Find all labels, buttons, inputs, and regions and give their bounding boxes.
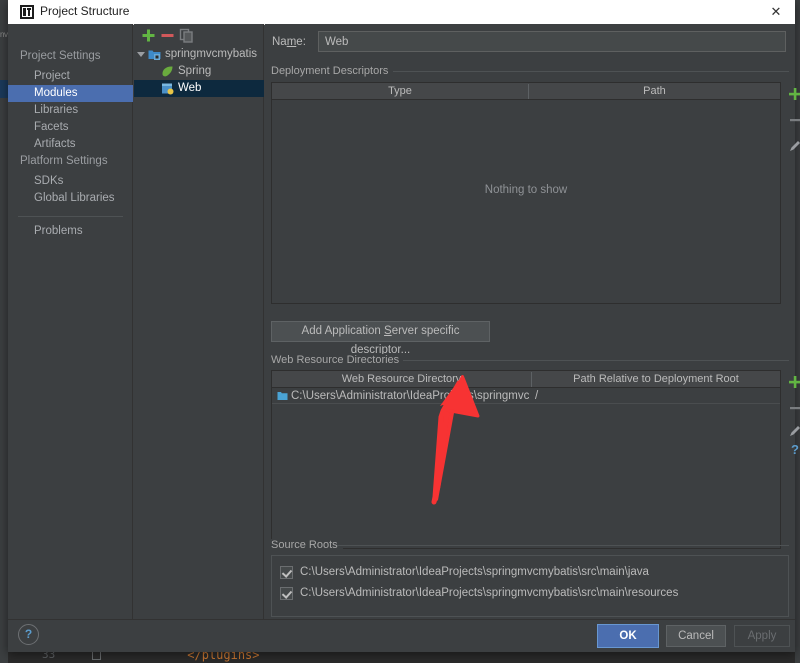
- name-field-label: Name:: [272, 36, 306, 48]
- web-facet-icon: [162, 83, 174, 95]
- source-root-label: C:\Users\Administrator\IdeaProjects\spri…: [300, 566, 649, 578]
- source-roots-group-label: Source Roots: [271, 539, 343, 551]
- web-resource-directories-table[interactable]: Web Resource Directory Path Relative to …: [271, 370, 781, 549]
- cell-relative-path: /: [535, 390, 539, 402]
- tree-node-label: Spring: [178, 65, 212, 77]
- sidebar-item-label: Libraries: [34, 104, 79, 116]
- sidebar-item-facets[interactable]: Facets: [8, 119, 133, 136]
- chevron-down-icon[interactable]: [137, 52, 145, 61]
- intellij-idea-icon: [20, 5, 34, 19]
- sidebar-item-global-libraries[interactable]: Global Libraries: [8, 190, 133, 207]
- module-tree-toolbar: [134, 24, 264, 46]
- deployment-descriptors-group-label: Deployment Descriptors: [271, 65, 394, 77]
- sidebar-group-project-settings: Project Settings: [20, 50, 101, 62]
- group-separator-line: [393, 71, 789, 72]
- table-header-row: Type Path: [272, 83, 780, 100]
- module-folder-icon: [148, 50, 161, 60]
- add-application-server-descriptor-label: Add Application Server specific descript…: [301, 325, 460, 356]
- close-icon[interactable]: ✕: [765, 3, 787, 21]
- apply-button: Apply: [734, 625, 790, 647]
- web-resource-directories-group-label: Web Resource Directories: [271, 354, 405, 366]
- tree-node-spring[interactable]: Spring: [134, 63, 264, 80]
- sidebar-item-label: Modules: [34, 87, 78, 99]
- edit-descriptor-button: [790, 141, 800, 151]
- help-web-resource-button[interactable]: ?: [787, 442, 800, 458]
- tree-node-label: Web: [178, 82, 202, 94]
- background-ide-left-text: nv: [0, 30, 8, 39]
- project-structure-dialog: Project Structure ✕ Project Settings Pro…: [8, 0, 800, 652]
- column-header-path[interactable]: Path: [529, 83, 780, 99]
- add-application-server-descriptor-button[interactable]: Add Application Server specific descript…: [271, 321, 490, 356]
- sidebar-item-label: Global Libraries: [34, 192, 115, 204]
- sidebar-item-libraries[interactable]: Libraries: [8, 102, 133, 119]
- copy-module-button: [179, 28, 193, 43]
- sidebar-item-label: Problems: [34, 225, 83, 237]
- source-roots-list: C:\Users\Administrator\IdeaProjects\spri…: [271, 555, 789, 617]
- table-row[interactable]: C:\Users\Administrator\IdeaProjects\spri…: [272, 388, 780, 404]
- help-icon[interactable]: ?: [18, 624, 39, 645]
- add-module-button[interactable]: [141, 28, 156, 43]
- source-root-checkbox[interactable]: [280, 566, 293, 579]
- screen-root: nv 33 </plugins> Project Structure ✕ Pro…: [0, 0, 800, 663]
- ok-button[interactable]: OK: [597, 624, 659, 648]
- sidebar-item-label: Artifacts: [34, 138, 76, 150]
- tree-node-springmvcmybatis[interactable]: springmvcmybatis: [134, 46, 264, 63]
- dialog-title: Project Structure: [40, 4, 130, 18]
- sidebar-item-problems[interactable]: Problems: [8, 223, 133, 240]
- group-separator-line: [337, 545, 789, 546]
- tree-node-label: springmvcmybatis: [165, 48, 258, 60]
- settings-sidebar: Project Settings Project Modules Librari…: [8, 24, 133, 619]
- spring-leaf-icon: [162, 66, 173, 77]
- column-header-web-resource-directory[interactable]: Web Resource Directory: [272, 371, 531, 387]
- source-root-checkbox[interactable]: [280, 587, 293, 600]
- module-tree-panel: springmvcmybatis Spring Web: [134, 24, 264, 619]
- edit-web-resource-button: [790, 426, 800, 436]
- column-header-path-relative[interactable]: Path Relative to Deployment Root: [532, 371, 780, 387]
- folder-icon: [277, 392, 288, 400]
- sidebar-item-modules[interactable]: Modules: [8, 85, 133, 102]
- web-resource-directories-side-toolbar: ?: [785, 370, 800, 490]
- sidebar-item-label: SDKs: [34, 175, 64, 187]
- name-input[interactable]: [318, 31, 786, 52]
- dialog-titlebar: Project Structure ✕: [8, 0, 795, 25]
- remove-web-resource-button: [790, 407, 800, 410]
- dialog-footer: ? OK Cancel Apply: [8, 619, 795, 652]
- column-header-type[interactable]: Type: [272, 83, 528, 99]
- deployment-descriptors-table[interactable]: Type Path Nothing to show: [271, 82, 781, 304]
- add-descriptor-button[interactable]: [787, 86, 800, 102]
- deployment-descriptors-side-toolbar: [785, 82, 800, 182]
- add-web-resource-button[interactable]: [787, 374, 800, 390]
- sidebar-item-label: Facets: [34, 121, 69, 133]
- sidebar-item-artifacts[interactable]: Artifacts: [8, 136, 133, 153]
- source-root-label: C:\Users\Administrator\IdeaProjects\spri…: [300, 587, 679, 599]
- remove-module-button[interactable]: [160, 28, 175, 43]
- sidebar-item-label: Project: [34, 70, 70, 82]
- cancel-button[interactable]: Cancel: [666, 625, 726, 647]
- cell-web-resource-directory: C:\Users\Administrator\IdeaProjects\spri…: [291, 390, 529, 402]
- background-ide-left-accent: [0, 80, 8, 98]
- sidebar-item-project[interactable]: Project: [8, 68, 133, 85]
- table-header-row: Web Resource Directory Path Relative to …: [272, 371, 780, 388]
- module-details-panel: Name: Deployment Descriptors Type Path N…: [265, 24, 800, 619]
- group-separator-line: [403, 360, 789, 361]
- remove-descriptor-button: [790, 119, 800, 122]
- sidebar-divider: [18, 216, 123, 217]
- empty-table-message: Nothing to show: [484, 184, 568, 196]
- sidebar-group-platform-settings: Platform Settings: [20, 155, 108, 167]
- sidebar-item-sdks[interactable]: SDKs: [8, 173, 133, 190]
- tree-node-web[interactable]: Web: [134, 80, 264, 97]
- background-ide-left-strip: [0, 0, 8, 663]
